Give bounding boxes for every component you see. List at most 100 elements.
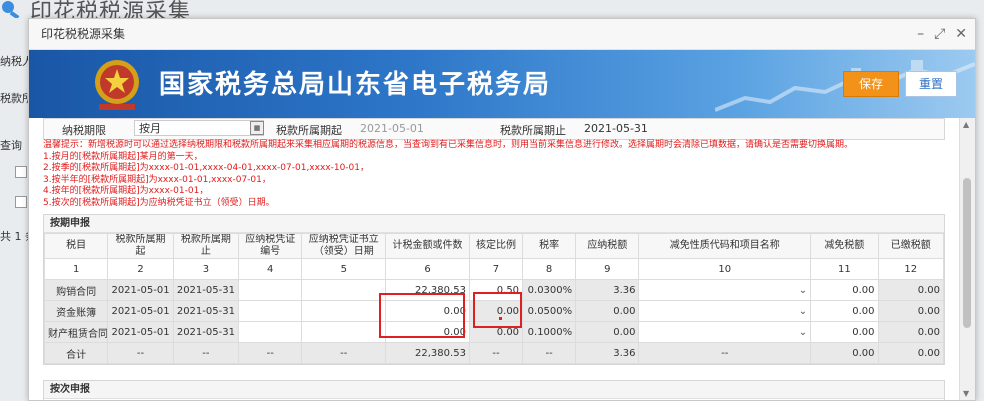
close-icon[interactable]: ✕ <box>955 19 967 49</box>
relief-code-select[interactable]: ⌄ <box>638 321 812 343</box>
tax-bureau-banner: 国家税务总局山东省电子税务局 保存 重置 <box>29 50 975 118</box>
column-header: 计税金额或件数 <box>385 233 470 259</box>
rate-cell: 0.0300% <box>522 279 577 301</box>
item-cell: 财产租赁合同 <box>43 321 109 343</box>
period-type-label: 纳税期限 <box>62 124 106 137</box>
period-end-value[interactable]: 2021-05-31 <box>584 122 648 135</box>
column-header: 应纳税凭证编号 <box>238 233 303 259</box>
end-cell: 2021-05-31 <box>172 300 240 322</box>
relief-code-select[interactable]: ⌄ <box>638 300 812 322</box>
section-title: 按次申报 <box>44 381 944 399</box>
vertical-scrollbar[interactable]: ▲ ▼ <box>959 118 975 400</box>
column-number: 7 <box>468 258 524 280</box>
total-cell: -- <box>107 342 174 364</box>
column-number: 12 <box>877 258 945 280</box>
column-number: 1 <box>43 258 109 280</box>
item-cell: 资金账簿 <box>43 300 109 322</box>
amount-input[interactable]: 0.00 <box>385 300 470 322</box>
column-header: 减免性质代码和项目名称 <box>638 233 812 259</box>
tip-line: 1.按月的[税款所属期起]某月的第一天， <box>43 151 203 162</box>
column-number: 2 <box>107 258 174 280</box>
tax-cell: 3.36 <box>575 279 640 301</box>
amount-input[interactable]: 0.00 <box>385 321 470 343</box>
relief-tax-cell[interactable]: 0.00 <box>810 300 879 322</box>
scroll-thumb[interactable] <box>963 178 971 328</box>
amount-input[interactable]: 22,380.53 <box>385 279 470 301</box>
tip-line: 4.按年的[税款所属期起]为xxxx-01-01， <box>43 186 209 197</box>
table-row: 购销合同 2021-05-01 2021-05-31 22,380.53 0.5… <box>43 279 945 301</box>
period-selector-row: 纳税期限 按月 ▦ 税款所属期起 2021-05-01 税款所属期止 2021-… <box>43 118 945 140</box>
total-paid-tax: 0.00 <box>877 342 945 364</box>
rate-cell: 0.1000% <box>522 321 577 343</box>
column-number: 10 <box>638 258 812 280</box>
table-header-row: 税目 税款所属期起 税款所属期止 应纳税凭证编号 应纳税凭证书立（领受）日期 计… <box>43 233 945 259</box>
search-icon <box>2 1 20 18</box>
relief-tax-cell[interactable]: 0.00 <box>810 279 879 301</box>
total-relief-tax: 0.00 <box>810 342 879 364</box>
column-number-row: 1 2 3 4 5 6 7 8 9 10 11 12 <box>43 258 945 280</box>
bureau-name: 国家税务总局山东省电子税务局 <box>159 70 552 100</box>
period-start-value[interactable]: 2021-05-01 <box>360 122 424 135</box>
total-tax: 3.36 <box>575 342 640 364</box>
calendar-icon[interactable]: ▦ <box>250 121 264 135</box>
column-number: 8 <box>522 258 577 280</box>
column-header: 核定比例 <box>468 233 524 259</box>
voucher-no-input[interactable] <box>238 300 303 322</box>
ratio-cell: 0.00 <box>468 300 524 322</box>
declaration-table: 税目 税款所属期起 税款所属期止 应纳税凭证编号 应纳税凭证书立（领受）日期 计… <box>43 233 945 364</box>
start-cell: 2021-05-01 <box>107 300 174 322</box>
background-checkbox[interactable] <box>15 196 27 208</box>
voucher-no-input[interactable] <box>238 321 303 343</box>
column-number: 11 <box>810 258 879 280</box>
column-header: 应纳税凭证书立（领受）日期 <box>301 233 387 259</box>
voucher-no-input[interactable] <box>238 279 303 301</box>
emblem-icon <box>95 60 139 110</box>
total-cell: -- <box>638 342 812 364</box>
chevron-down-icon[interactable]: ⌄ <box>799 306 807 317</box>
column-header: 已缴税额 <box>877 233 945 259</box>
item-cell: 购销合同 <box>43 279 109 301</box>
total-cell: -- <box>301 342 387 364</box>
start-cell: 2021-05-01 <box>107 279 174 301</box>
period-start-label: 税款所属期起 <box>276 124 342 137</box>
background-label-query: 查询 <box>0 139 22 152</box>
tip-line: 3.按半年的[税款所属期起]为xxxx-01-01,xxxx-07-01， <box>43 174 271 185</box>
minimize-icon[interactable]: – <box>917 19 924 49</box>
column-number: 5 <box>301 258 387 280</box>
background-checkbox[interactable] <box>15 166 27 178</box>
relief-code-select[interactable]: ⌄ <box>638 279 812 301</box>
column-header: 税款所属期止 <box>172 233 240 259</box>
tip-line: 2.按季的[税款所属期起]为xxxx-01-01,xxxx-04-01,xxxx… <box>43 163 370 174</box>
voucher-date-input[interactable] <box>301 300 387 322</box>
paid-tax-cell: 0.00 <box>877 300 945 322</box>
total-cell: -- <box>522 342 577 364</box>
table-row: 财产租赁合同 2021-05-01 2021-05-31 0.00 0.00 0… <box>43 321 945 343</box>
warm-tips: 温馨提示：新增税源时可以通过选择纳税期限和税款所属期起来采集相应属期的税源信息，… <box>43 140 943 210</box>
per-time-declaration-section: 按次申报 <box>43 380 945 400</box>
reset-button[interactable]: 重置 <box>905 71 957 97</box>
period-type-select[interactable]: 按月 <box>134 120 264 136</box>
ratio-cell: 0.00 <box>468 321 524 343</box>
dialog-title: 印花税税源采集 <box>41 27 126 41</box>
chevron-down-icon[interactable]: ⌄ <box>799 285 807 296</box>
relief-tax-cell[interactable]: 0.00 <box>810 321 879 343</box>
dialog-titlebar: 印花税税源采集 – ⤢ ✕ <box>29 19 975 50</box>
chevron-down-icon[interactable]: ⌄ <box>799 327 807 338</box>
scroll-down-icon[interactable]: ▼ <box>963 389 969 398</box>
voucher-date-input[interactable] <box>301 321 387 343</box>
column-number: 3 <box>172 258 240 280</box>
end-cell: 2021-05-31 <box>172 321 240 343</box>
maximize-icon[interactable]: ⤢ <box>934 19 945 49</box>
tax-cell: 0.00 <box>575 300 640 322</box>
highlight-marker <box>499 317 502 320</box>
tip-line: 温馨提示：新增税源时可以通过选择纳税期限和税款所属期起来采集相应属期的税源信息，… <box>43 140 854 150</box>
total-cell: -- <box>172 342 240 364</box>
tax-source-dialog: 印花税税源采集 – ⤢ ✕ 国家税务总局山东省电子税务局 保存 重置 纳税期限 … <box>28 18 976 401</box>
paid-tax-cell: 0.00 <box>877 321 945 343</box>
voucher-date-input[interactable] <box>301 279 387 301</box>
scroll-up-icon[interactable]: ▲ <box>963 120 969 129</box>
save-button[interactable]: 保存 <box>843 71 899 97</box>
start-cell: 2021-05-01 <box>107 321 174 343</box>
column-header: 税款所属期起 <box>107 233 174 259</box>
ratio-input[interactable]: 0.50 <box>468 279 524 301</box>
